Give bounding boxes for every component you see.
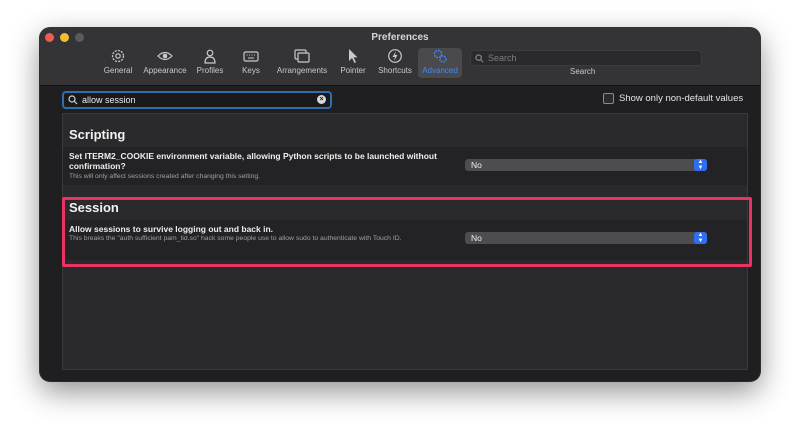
setting-description: This will only affect sessions created a…	[69, 173, 261, 180]
tab-pointer-label: Pointer	[340, 66, 366, 75]
select-value: No	[471, 160, 482, 170]
search-caption: Search	[570, 67, 596, 76]
tab-keys[interactable]: Keys	[236, 48, 266, 78]
cursor-icon	[349, 49, 358, 63]
tab-advanced-label: Advanced	[422, 66, 458, 75]
non-default-checkbox[interactable]	[603, 93, 614, 104]
keyboard-icon	[243, 51, 259, 62]
eye-icon	[157, 51, 173, 61]
window-title: Preferences	[371, 32, 429, 43]
tab-appearance-label: Appearance	[143, 66, 187, 75]
non-default-label: Show only non-default values	[619, 93, 744, 104]
tab-general[interactable]: General	[102, 48, 134, 78]
clear-filter-icon[interactable]: ×	[317, 95, 326, 104]
tab-shortcuts-label: Shortcuts	[378, 66, 412, 75]
person-icon	[204, 49, 216, 64]
tab-shortcuts[interactable]: Shortcuts	[375, 48, 415, 78]
toolbar-search-field[interactable]: Search	[470, 50, 702, 66]
search-icon	[475, 53, 484, 62]
tab-appearance[interactable]: Appearance	[140, 48, 190, 78]
search-placeholder: Search	[488, 53, 517, 63]
chevron-updown-icon: ▲ ▼	[694, 159, 707, 171]
tab-profiles[interactable]: Profiles	[194, 48, 226, 78]
tab-profiles-label: Profiles	[196, 66, 224, 75]
filter-value: allow session	[82, 95, 136, 105]
tab-general-label: General	[103, 66, 133, 75]
bolt-icon	[388, 49, 402, 63]
settings-filter-input[interactable]: allow session ×	[62, 91, 332, 109]
title-bar: Preferences General Appearance Profiles …	[40, 28, 760, 86]
non-default-toggle[interactable]: Show only non-default values	[603, 93, 743, 104]
tab-arrangements[interactable]: Arrangements	[273, 48, 331, 78]
highlight-annotation	[62, 197, 752, 267]
gear-icon	[111, 49, 125, 63]
windows-icon	[294, 49, 310, 63]
search-icon	[68, 95, 78, 105]
section-title-scripting: Scripting	[69, 127, 126, 142]
tab-arrangements-label: Arrangements	[276, 66, 328, 75]
setting-label: Set ITERM2_COOKIE environment variable, …	[69, 151, 437, 171]
tab-advanced[interactable]: Advanced	[418, 48, 462, 78]
gears-icon	[433, 49, 447, 63]
tab-keys-label: Keys	[242, 66, 260, 75]
tab-pointer[interactable]: Pointer	[336, 48, 370, 78]
setting-value-select[interactable]: No ▲ ▼	[465, 159, 707, 171]
